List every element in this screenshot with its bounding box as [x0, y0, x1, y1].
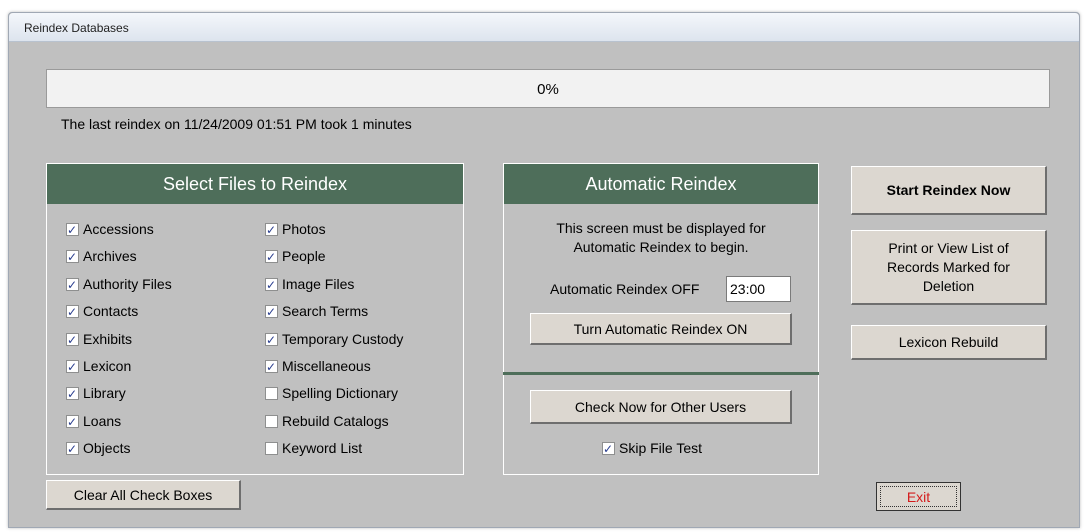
skip-file-test-label: Skip File Test — [619, 440, 702, 456]
checkbox-label: Keyword List — [282, 440, 363, 457]
checkbox-icon[interactable] — [66, 386, 79, 402]
checkbox-icon[interactable] — [66, 222, 79, 238]
automatic-time-input[interactable]: 23:00 — [726, 276, 791, 302]
select-files-panel: Select Files to Reindex Accessions Archiv… — [46, 163, 464, 475]
checkbox-people[interactable]: People — [265, 248, 326, 265]
clear-all-checkboxes-button[interactable]: Clear All Check Boxes — [46, 480, 241, 510]
checkbox-archives[interactable]: Archives — [66, 248, 137, 265]
checkbox-label: Archives — [83, 248, 137, 265]
start-reindex-button[interactable]: Start Reindex Now — [851, 166, 1047, 215]
checkbox-icon[interactable] — [265, 304, 278, 320]
checkbox-library[interactable]: Library — [66, 385, 126, 402]
exit-button[interactable]: Exit — [876, 482, 961, 511]
checkbox-rebuild-catalogs[interactable]: Rebuild Catalogs — [265, 413, 389, 429]
panel-divider — [503, 372, 819, 375]
checkbox-icon[interactable] — [66, 359, 79, 375]
window-title: Reindex Databases — [24, 21, 129, 35]
print-button-line-3: Deletion — [922, 277, 975, 294]
checkbox-icon[interactable] — [66, 414, 79, 430]
checkbox-label: Image Files — [282, 275, 355, 292]
checkbox-label: Miscellaneous — [282, 358, 371, 374]
checkbox-temporary-custody[interactable]: Temporary Custody — [265, 330, 404, 348]
checkbox-label: Loans — [83, 412, 122, 429]
turn-automatic-reindex-on-button[interactable]: Turn Automatic Reindex ON — [530, 313, 792, 345]
checkbox-label: Exhibits — [83, 330, 133, 347]
checkbox-icon[interactable] — [602, 441, 615, 457]
skip-file-test-checkbox[interactable]: Skip File Test — [602, 440, 702, 457]
checkbox-icon[interactable] — [66, 332, 79, 348]
checkbox-contacts[interactable]: Contacts — [66, 303, 139, 320]
checkbox-label: People — [282, 248, 326, 265]
check-other-users-button[interactable]: Check Now for Other Users — [530, 390, 792, 424]
checkbox-lexicon[interactable]: Lexicon — [66, 358, 132, 375]
automatic-note-line-1: This screen must be displayed for — [556, 220, 766, 236]
select-files-heading: Select Files to Reindex — [47, 164, 463, 204]
checkbox-miscellaneous[interactable]: Miscellaneous — [265, 358, 371, 375]
last-reindex-text: The last reindex on 11/24/2009 01:51 PM … — [61, 116, 412, 132]
checkbox-label: Search Terms — [282, 303, 369, 320]
print-view-deletion-list-button[interactable]: Print or View List of Records Marked for… — [851, 230, 1047, 305]
checkbox-icon[interactable] — [66, 277, 79, 293]
print-button-line-1: Print or View List of — [888, 239, 1009, 256]
checkbox-image-files[interactable]: Image Files — [265, 275, 355, 293]
checkbox-photos[interactable]: Photos — [265, 221, 326, 238]
checkbox-spelling-dictionary[interactable]: Spelling Dictionary — [265, 385, 398, 401]
checkbox-label: Authority Files — [83, 275, 172, 292]
progress-bar: 0% — [46, 69, 1050, 108]
checkbox-accessions[interactable]: Accessions — [66, 221, 154, 238]
automatic-reindex-panel: Automatic Reindex This screen must be di… — [503, 163, 819, 475]
print-button-line-2: Records Marked for — [887, 258, 1010, 275]
reindex-window: Reindex Databases 0% The last reindex on… — [8, 12, 1080, 528]
checkbox-objects[interactable]: Objects — [66, 440, 131, 457]
automatic-reindex-heading: Automatic Reindex — [504, 164, 818, 204]
checkbox-icon[interactable] — [66, 249, 79, 265]
checkbox-exhibits[interactable]: Exhibits — [66, 330, 133, 348]
automatic-status-label: Automatic Reindex OFF — [550, 281, 700, 297]
automatic-note-line-2: Automatic Reindex to begin. — [573, 239, 749, 255]
checkbox-label: Library — [83, 385, 126, 402]
checkbox-icon[interactable] — [265, 249, 278, 265]
checkbox-icon[interactable] — [265, 332, 278, 348]
checkbox-label: Rebuild Catalogs — [282, 412, 389, 429]
lexicon-rebuild-button[interactable]: Lexicon Rebuild — [851, 325, 1047, 360]
checkbox-icon[interactable] — [265, 414, 278, 428]
exit-label: Exit — [880, 486, 957, 507]
checkbox-icon[interactable] — [265, 277, 278, 293]
checkbox-label: Spelling Dictionary — [282, 385, 398, 402]
checkbox-authority-files[interactable]: Authority Files — [66, 275, 172, 293]
checkbox-label: Objects — [83, 440, 131, 457]
checkbox-icon[interactable] — [66, 441, 79, 457]
checkbox-label: Lexicon — [83, 358, 132, 374]
checkbox-icon[interactable] — [265, 387, 278, 401]
checkbox-label: Contacts — [83, 303, 139, 320]
checkbox-icon[interactable] — [66, 304, 79, 320]
title-bar: Reindex Databases — [9, 13, 1079, 42]
checkbox-icon[interactable] — [265, 359, 278, 375]
checkbox-icon[interactable] — [265, 442, 278, 456]
checkbox-icon[interactable] — [265, 222, 278, 238]
checkbox-label: Accessions — [83, 221, 154, 237]
checkbox-label: Temporary Custody — [282, 330, 404, 347]
checkbox-keyword-list[interactable]: Keyword List — [265, 440, 362, 456]
progress-label: 0% — [537, 81, 559, 98]
checkbox-loans[interactable]: Loans — [66, 412, 122, 430]
checkbox-search-terms[interactable]: Search Terms — [265, 303, 369, 320]
checkbox-label: Photos — [282, 221, 326, 237]
